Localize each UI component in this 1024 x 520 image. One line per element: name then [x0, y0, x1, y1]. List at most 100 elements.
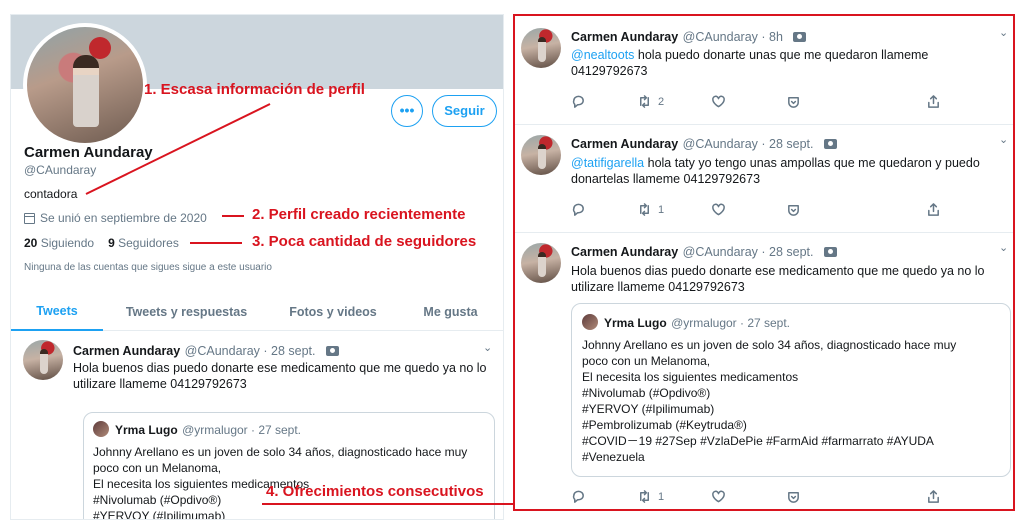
quote-line: #Venezuela: [582, 450, 645, 464]
tweet-text: @nealtoots hola puedo donarte unas que m…: [571, 47, 1001, 79]
tab-tweets[interactable]: Tweets: [11, 293, 103, 331]
tweet-author[interactable]: Carmen Aundaray: [571, 245, 678, 259]
share-button[interactable]: [926, 94, 941, 109]
annotation-4-pointer: [262, 503, 514, 505]
chevron-down-icon[interactable]: ⌄: [999, 133, 1008, 146]
tweet-meta: @CAundaray · 28 sept.: [682, 137, 814, 151]
tweet-actions: 1: [571, 489, 941, 504]
react-button[interactable]: [786, 202, 926, 217]
like-button[interactable]: [711, 94, 786, 109]
quote-header: Yrma Lugo @yrmalugor · 27 sept.: [93, 421, 301, 439]
annotation-3-pointer: [190, 242, 242, 244]
annotation-3: 3. Poca cantidad de seguidores: [252, 233, 477, 250]
chevron-down-icon[interactable]: ⌄: [999, 241, 1008, 254]
tweet-card[interactable]: Carmen Aundaray @CAundaray · 28 sept. ⌄ …: [515, 233, 1013, 509]
retweet-button[interactable]: 2: [637, 94, 711, 109]
like-button[interactable]: [711, 489, 786, 504]
more-options-button[interactable]: •••: [391, 95, 423, 127]
share-icon: [928, 203, 939, 216]
tweet-text: Hola buenos dias puedo donarte ese medic…: [73, 360, 486, 392]
camera-icon: [823, 139, 837, 149]
heart-icon: [712, 490, 725, 503]
calendar-icon: [24, 212, 35, 224]
retweet-count: 1: [658, 203, 665, 216]
reaction-icon: [788, 205, 799, 216]
following-label: Siguiendo: [40, 236, 95, 250]
quote-text: Johnny Arellano es un joven de solo 34 a…: [93, 444, 467, 519]
following-count: 20: [24, 236, 38, 250]
tweet-text-line: donartelas llameme 04129792673: [571, 172, 761, 186]
reply-icon: [572, 95, 584, 108]
reaction-icon: [788, 492, 799, 503]
react-button[interactable]: [786, 94, 926, 109]
followers-label: Seguidores: [118, 236, 179, 250]
tweet-card[interactable]: Carmen Aundaray @CAundaray · 8h ⌄ @nealt…: [515, 16, 1013, 124]
reply-button[interactable]: [571, 202, 637, 217]
mention-link[interactable]: @tatifigarella: [571, 156, 644, 170]
share-icon: [928, 490, 939, 503]
annotation-1: 1. Escasa información de perfil: [144, 81, 365, 98]
retweet-icon: [640, 203, 649, 216]
tweet-author[interactable]: Carmen Aundaray: [571, 30, 678, 44]
quote-line: #COVID－19 #27Sep #VzlaDePie #FarmAid #fa…: [582, 434, 934, 448]
tweet-card[interactable]: Carmen Aundaray @CAundaray · 28 sept. ⌄ …: [515, 125, 1013, 232]
follow-button[interactable]: Seguir: [432, 95, 497, 127]
tweet-header: Carmen Aundaray @CAundaray · 28 sept.: [73, 342, 339, 360]
camera-icon: [325, 346, 339, 356]
quote-line: Johnny Arellano es un joven de solo 34 a…: [582, 338, 957, 352]
tweets-panel: Carmen Aundaray @CAundaray · 8h ⌄ @nealt…: [513, 14, 1015, 511]
quote-line: poco con un Melanoma,: [93, 461, 222, 475]
profile-joined: Se unió en septiembre de 2020: [24, 211, 207, 225]
tweet-text-line: utilizare llameme 04129792673: [571, 280, 745, 294]
tab-tweets-replies[interactable]: Tweets y respuestas: [103, 293, 270, 331]
chevron-down-icon[interactable]: ⌄: [999, 26, 1008, 39]
following-link[interactable]: 20 Siguiendo: [24, 236, 94, 250]
tab-photos-videos[interactable]: Fotos y videos: [270, 293, 396, 331]
quote-avatar: [582, 314, 598, 330]
reply-button[interactable]: [571, 94, 637, 109]
quote-author: Yrma Lugo: [604, 316, 667, 330]
quote-line: #Nivolumab (#Opdivo®): [582, 386, 711, 400]
quote-author: Yrma Lugo: [115, 423, 178, 437]
retweet-button[interactable]: 1: [637, 202, 711, 217]
share-icon: [928, 95, 939, 108]
profile-stats: 20 Siguiendo 9 Seguidores: [24, 236, 179, 250]
chevron-down-icon[interactable]: ⌄: [483, 341, 492, 354]
tweet-text-line: hola taty yo tengo unas ampollas que me …: [644, 156, 980, 170]
tweet-text: @tatifigarella hola taty yo tengo unas a…: [571, 155, 1001, 187]
tweet-actions: 2: [571, 94, 941, 109]
heart-icon: [712, 203, 725, 216]
camera-icon: [823, 247, 837, 257]
mention-link[interactable]: @nealtoots: [571, 48, 634, 62]
tweet-header: Carmen Aundaray @CAundaray · 8h: [571, 28, 807, 46]
tweet-header: Carmen Aundaray @CAundaray · 28 sept.: [571, 135, 837, 153]
share-button[interactable]: [926, 489, 941, 504]
tab-likes[interactable]: Me gusta: [396, 293, 503, 331]
followers-link[interactable]: 9 Seguidores: [108, 236, 179, 250]
quoted-tweet[interactable]: Yrma Lugo @yrmalugor · 27 sept. Johnny A…: [571, 303, 1011, 477]
tweet-meta: @CAundaray · 8h: [682, 30, 783, 44]
retweet-button[interactable]: 1: [637, 489, 711, 504]
tweet-author[interactable]: Carmen Aundaray: [571, 137, 678, 151]
reply-icon: [572, 490, 584, 503]
annotation-4: 4. Ofrecimientos consecutivos: [266, 483, 484, 500]
profile-bio: contadora: [24, 187, 78, 201]
retweet-count: 2: [658, 95, 665, 108]
tweet-avatar[interactable]: [521, 135, 561, 175]
tweet-avatar[interactable]: [521, 28, 561, 68]
tweet-actions: 1: [571, 202, 941, 217]
quote-header: Yrma Lugo @yrmalugor · 27 sept.: [582, 314, 790, 332]
reply-button[interactable]: [571, 489, 637, 504]
tweet-author[interactable]: Carmen Aundaray: [73, 344, 180, 358]
like-button[interactable]: [711, 202, 786, 217]
annotation-1-pointer: [85, 103, 271, 195]
tweet-avatar[interactable]: [521, 243, 561, 283]
followers-note: Ninguna de las cuentas que sigues sigue …: [24, 262, 272, 273]
quote-line: El necesita los siguientes medicamentos: [582, 370, 799, 384]
react-button[interactable]: [786, 489, 926, 504]
share-button[interactable]: [926, 202, 941, 217]
annotation-2-pointer: [222, 215, 244, 217]
tweet-avatar[interactable]: [23, 340, 63, 380]
camera-icon: [793, 32, 807, 42]
quote-text: Johnny Arellano es un joven de solo 34 a…: [582, 337, 956, 465]
